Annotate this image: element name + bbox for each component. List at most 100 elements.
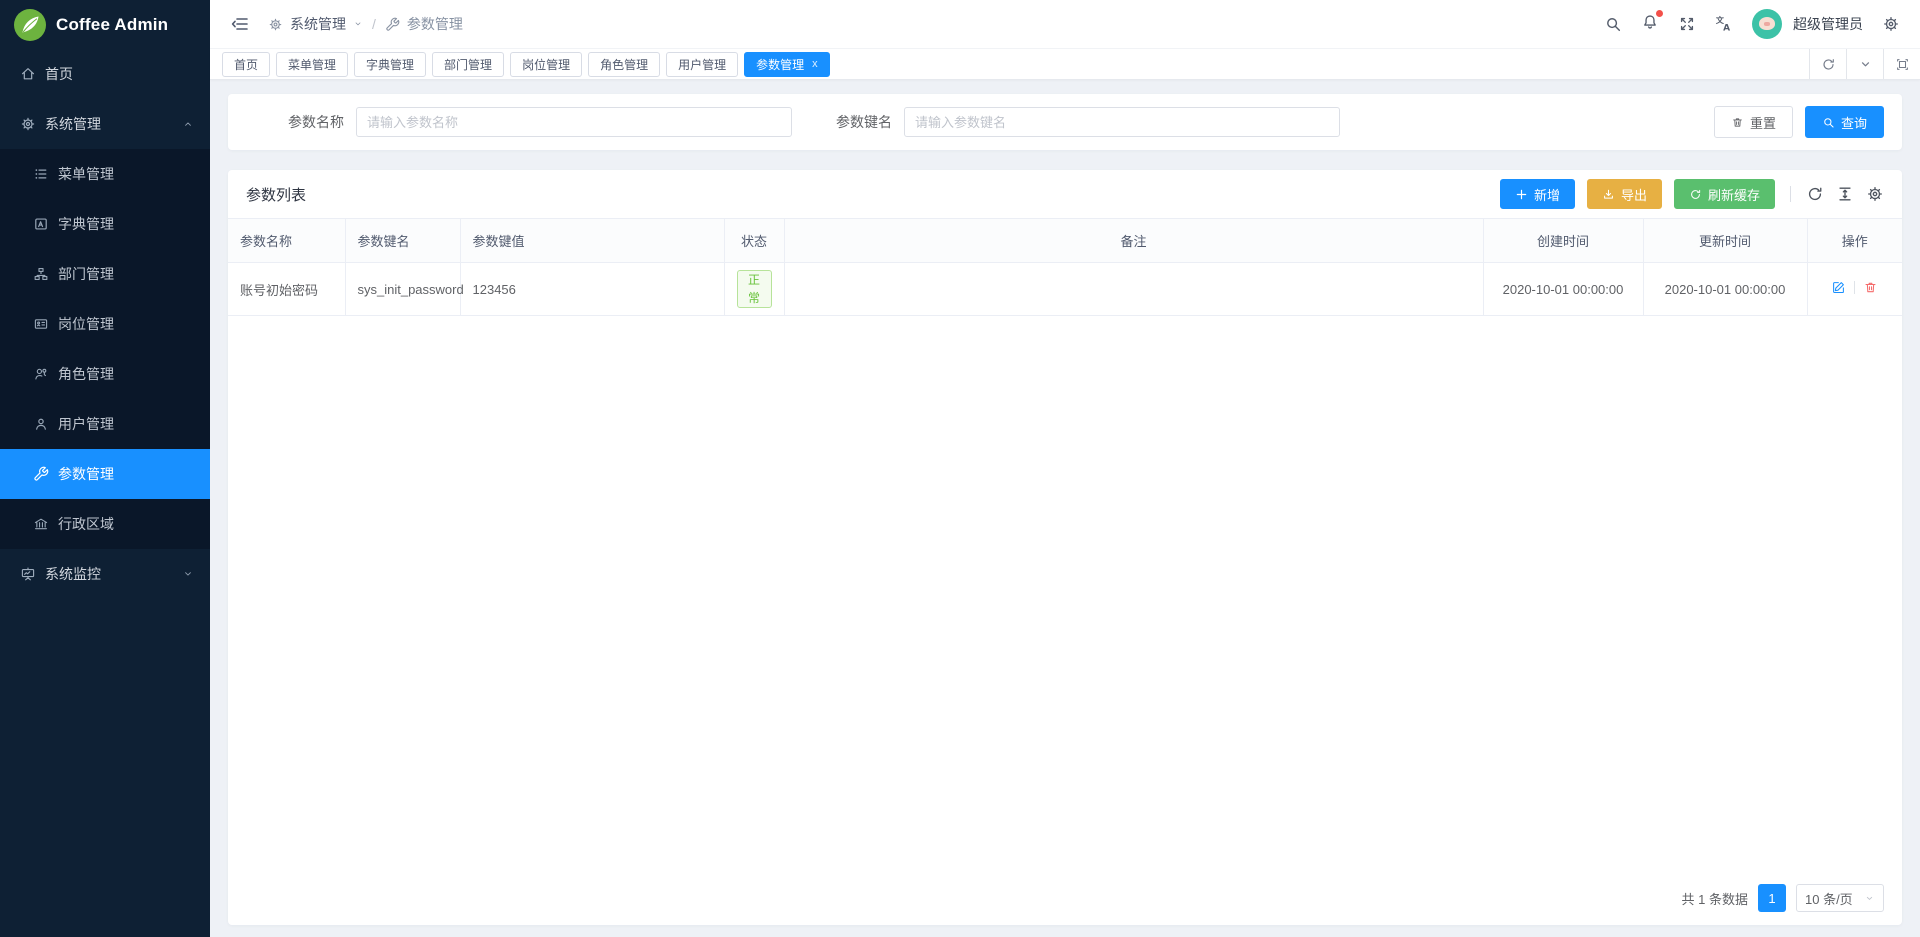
tab-parameter-management[interactable]: 参数管理 x xyxy=(744,52,830,77)
sidebar-item-label: 系统管理 xyxy=(45,114,101,134)
page-size-value: 10 条/页 xyxy=(1805,889,1853,908)
header-actions: 超级管理员 xyxy=(1604,9,1900,39)
plus-icon xyxy=(1515,188,1528,201)
page-1-button[interactable]: 1 xyxy=(1758,884,1786,912)
param-key-input[interactable] xyxy=(904,107,1340,137)
add-button-label: 新增 xyxy=(1534,185,1560,204)
tab-label: 角色管理 xyxy=(600,56,648,73)
breadcrumb: 系统管理 / 参数管理 xyxy=(268,14,463,34)
menu-list-icon xyxy=(33,166,49,182)
tab-label: 字典管理 xyxy=(366,56,414,73)
search-icon[interactable] xyxy=(1604,15,1622,33)
reset-button[interactable]: 重置 xyxy=(1714,106,1793,138)
delete-trash-icon[interactable] xyxy=(1863,280,1878,295)
cell-param-key: sys_init_password xyxy=(345,263,460,316)
sidebar-item-parameter-management[interactable]: 参数管理 xyxy=(0,449,210,499)
column-height-icon[interactable] xyxy=(1836,185,1854,203)
tabbar-controls xyxy=(1809,49,1920,79)
tab-department-management[interactable]: 部门管理 xyxy=(432,52,504,77)
sidebar-menu: 首页 系统管理 菜单管理 字典管理 部门管理 xyxy=(0,49,210,937)
tab-close-icon[interactable]: x xyxy=(812,58,818,70)
cell-actions xyxy=(1807,263,1902,316)
notifications-button[interactable] xyxy=(1641,13,1659,36)
tab-user-management[interactable]: 用户管理 xyxy=(666,52,738,77)
sidebar-item-admin-region[interactable]: 行政区域 xyxy=(0,499,210,549)
app-root: Coffee Admin 首页 系统管理 菜单管理 字典管理 xyxy=(0,0,1920,937)
coffee-leaf-logo-icon xyxy=(14,9,46,41)
param-name-form-item: 参数名称 xyxy=(246,107,792,137)
gear-icon xyxy=(20,116,36,132)
sidebar-item-department-management[interactable]: 部门管理 xyxy=(0,249,210,299)
reset-button-label: 重置 xyxy=(1750,113,1776,132)
cell-param-name: 账号初始密码 xyxy=(228,263,345,316)
tab-maximize-button[interactable] xyxy=(1883,49,1920,79)
fullscreen-icon[interactable] xyxy=(1678,15,1696,33)
breadcrumb-parameter-management: 参数管理 xyxy=(407,14,463,34)
sidebar-item-system-monitor[interactable]: 系统监控 xyxy=(0,549,210,599)
refresh-cache-button[interactable]: 刷新缓存 xyxy=(1674,179,1775,209)
tab-role-management[interactable]: 角色管理 xyxy=(588,52,660,77)
tab-label: 菜单管理 xyxy=(288,56,336,73)
sidebar-item-role-management[interactable]: 角色管理 xyxy=(0,349,210,399)
edit-icon[interactable] xyxy=(1831,280,1846,295)
column-settings-gear-icon[interactable] xyxy=(1866,185,1884,203)
sidebar-item-dictionary-management[interactable]: 字典管理 xyxy=(0,199,210,249)
tab-dictionary-management[interactable]: 字典管理 xyxy=(354,52,426,77)
sidebar-item-post-management[interactable]: 岗位管理 xyxy=(0,299,210,349)
sidebar-item-system-management[interactable]: 系统管理 xyxy=(0,99,210,149)
tab-refresh-button[interactable] xyxy=(1809,49,1846,79)
username[interactable]: 超级管理员 xyxy=(1793,14,1863,34)
sidebar-item-home[interactable]: 首页 xyxy=(0,49,210,99)
chevron-down-icon xyxy=(1864,893,1875,904)
export-button[interactable]: 导出 xyxy=(1587,179,1662,209)
top-header: 系统管理 / 参数管理 超级管理员 xyxy=(210,0,1920,49)
query-button-label: 查询 xyxy=(1841,113,1867,132)
tab-home[interactable]: 首页 xyxy=(222,52,270,77)
query-button[interactable]: 查询 xyxy=(1805,106,1884,138)
export-button-label: 导出 xyxy=(1621,185,1647,204)
refresh-icon xyxy=(1689,188,1702,201)
refresh-table-icon[interactable] xyxy=(1806,185,1824,203)
avatar[interactable] xyxy=(1752,9,1782,39)
page-size-select[interactable]: 10 条/页 xyxy=(1796,884,1884,912)
sidebar-submenu-system: 菜单管理 字典管理 部门管理 岗位管理 角色管理 xyxy=(0,149,210,549)
wrench-icon xyxy=(33,466,49,482)
sidebar-item-label: 参数管理 xyxy=(58,464,114,484)
breadcrumb-system-management[interactable]: 系统管理 xyxy=(290,14,346,34)
page-content: 参数名称 参数键名 重置 查询 xyxy=(210,80,1920,937)
sidebar-item-menu-management[interactable]: 菜单管理 xyxy=(0,149,210,199)
translate-icon[interactable] xyxy=(1715,15,1733,33)
parameter-table: 参数名称 参数键名 参数键值 状态 备注 创建时间 更新时间 操作 账号初始密码 xyxy=(228,218,1902,316)
sidebar-item-label: 字典管理 xyxy=(58,214,114,234)
id-badge-icon xyxy=(33,316,49,332)
user-icon xyxy=(33,416,49,432)
param-key-label: 参数键名 xyxy=(836,112,892,132)
menu-fold-icon[interactable] xyxy=(230,14,250,34)
sidebar-item-label: 用户管理 xyxy=(58,414,114,434)
cell-updated-time: 2020-10-01 00:00:00 xyxy=(1643,263,1807,316)
bank-icon xyxy=(33,516,49,532)
table-row: 账号初始密码 sys_init_password 123456 正常 2020-… xyxy=(228,263,1902,316)
app-logo[interactable]: Coffee Admin xyxy=(0,0,210,49)
dictionary-icon xyxy=(33,216,49,232)
sidebar-item-label: 系统监控 xyxy=(45,564,101,584)
table-header-row: 参数名称 参数键名 参数键值 状态 备注 创建时间 更新时间 操作 xyxy=(228,219,1902,263)
settings-gear-icon[interactable] xyxy=(1882,15,1900,33)
parameter-list-card: 参数列表 新增 导出 刷新缓存 xyxy=(228,170,1902,925)
tab-menu-management[interactable]: 菜单管理 xyxy=(276,52,348,77)
add-button[interactable]: 新增 xyxy=(1500,179,1575,209)
op-divider xyxy=(1854,281,1855,294)
trash-icon xyxy=(1731,116,1744,129)
chevron-down-icon[interactable] xyxy=(353,19,363,29)
param-name-input[interactable] xyxy=(356,107,792,137)
toolbar-divider xyxy=(1790,186,1791,202)
chevron-down-icon xyxy=(182,568,194,580)
sidebar-item-user-management[interactable]: 用户管理 xyxy=(0,399,210,449)
tab-label: 用户管理 xyxy=(678,56,726,73)
cell-remark xyxy=(784,263,1483,316)
tab-post-management[interactable]: 岗位管理 xyxy=(510,52,582,77)
refresh-icon xyxy=(1821,57,1836,72)
tab-options-dropdown[interactable] xyxy=(1846,49,1883,79)
tab-label: 岗位管理 xyxy=(522,56,570,73)
chevron-down-icon xyxy=(1858,57,1873,72)
